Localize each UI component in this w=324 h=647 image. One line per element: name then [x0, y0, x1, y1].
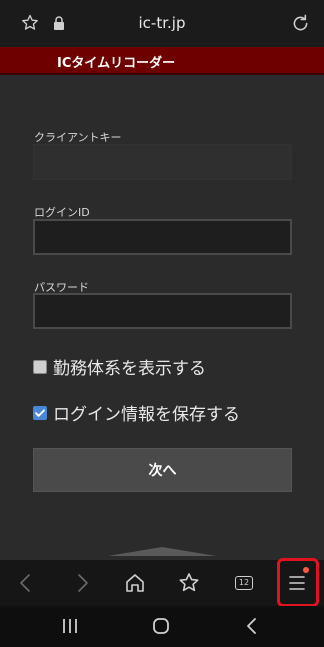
login-form: クライアントキー ログインID パスワード 勤務体系を表示する ログイン情報を保…: [0, 75, 324, 560]
forward-icon[interactable]: [70, 571, 94, 595]
url-text[interactable]: ic-tr.jp: [0, 14, 324, 32]
site-header: ICタイムリコーダー: [0, 47, 324, 75]
checkmark-icon: [35, 408, 45, 417]
next-button[interactable]: 次へ: [33, 448, 292, 492]
show-work-system-option[interactable]: 勤務体系を表示する: [33, 354, 206, 379]
login-id-field[interactable]: [33, 219, 292, 255]
nav-back-icon[interactable]: [243, 616, 261, 636]
login-id-label: ログインID: [34, 206, 90, 219]
tabs-icon[interactable]: 12: [235, 576, 253, 590]
browser-url-bar: ic-tr.jp: [0, 0, 324, 47]
show-work-system-label[interactable]: 勤務体系を表示する: [53, 354, 206, 379]
password-field[interactable]: [33, 293, 292, 329]
save-login-option[interactable]: ログイン情報を保存する: [33, 400, 240, 425]
reload-icon[interactable]: [290, 13, 311, 34]
home-icon[interactable]: [123, 571, 147, 595]
password-input[interactable]: [35, 295, 290, 327]
save-login-checkbox[interactable]: [33, 405, 47, 420]
recent-apps-icon[interactable]: [59, 617, 81, 635]
site-title: ICタイムリコーダー: [57, 56, 176, 71]
scroll-up-indicator[interactable]: [108, 547, 216, 556]
client-key-field[interactable]: [33, 144, 292, 180]
login-id-input[interactable]: [35, 221, 290, 253]
browser-toolbar: [0, 560, 324, 606]
show-work-system-checkbox[interactable]: [33, 359, 47, 374]
system-nav-bar: [0, 606, 324, 647]
client-key-label: クライアントキー: [34, 131, 122, 144]
save-login-label[interactable]: ログイン情報を保存する: [53, 400, 240, 425]
client-key-input[interactable]: [34, 145, 291, 179]
menu-highlight-box: [277, 558, 319, 607]
home-button-icon[interactable]: [151, 616, 171, 636]
back-icon[interactable]: [14, 571, 38, 595]
bookmarks-icon[interactable]: [177, 571, 201, 595]
